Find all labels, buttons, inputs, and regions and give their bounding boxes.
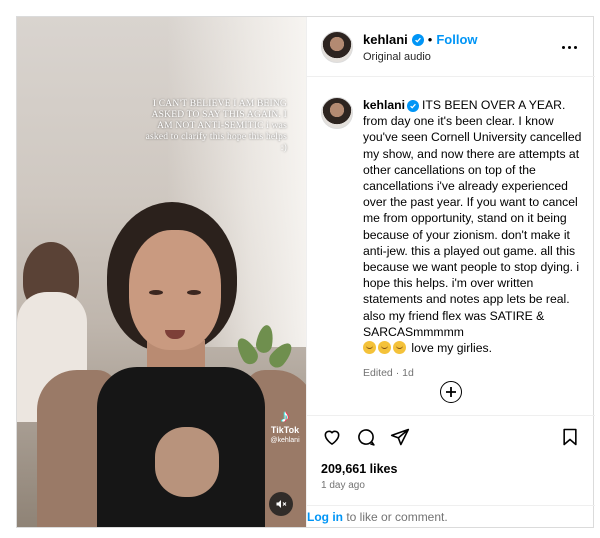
instagram-post: I CAN'T BELIEVE I AM BEING ASKED TO SAY … xyxy=(16,16,595,528)
login-link[interactable]: Log in xyxy=(307,510,343,524)
emoji-icon xyxy=(363,341,376,355)
tiktok-label: TikTok xyxy=(270,425,300,435)
like-count[interactable]: 209,661 likes xyxy=(321,462,397,476)
video-overlay-text: I CAN'T BELIEVE I AM BEING ASKED TO SAY … xyxy=(139,99,287,154)
share-icon[interactable] xyxy=(389,426,411,448)
more-options-icon[interactable] xyxy=(559,39,579,55)
follow-button[interactable]: Follow xyxy=(436,32,477,48)
verified-icon xyxy=(407,100,419,112)
post-video[interactable]: I CAN'T BELIEVE I AM BEING ASKED TO SAY … xyxy=(17,17,306,527)
avatar[interactable] xyxy=(321,31,353,63)
bookmark-icon[interactable] xyxy=(559,426,581,448)
login-prompt: Log in to like or comment. xyxy=(307,505,595,527)
post-sidebar: kehlani • Follow Original audio kehlani I… xyxy=(306,17,595,527)
caption-emoji-tail: love my girlies. xyxy=(411,341,492,356)
header-separator: • xyxy=(427,32,433,47)
tiktok-handle: @kehlani xyxy=(270,437,300,444)
comment-icon[interactable] xyxy=(355,426,377,448)
caption-username[interactable]: kehlani xyxy=(363,98,405,112)
caption-text: kehlani ITS BEEN OVER A YEAR. from day on… xyxy=(363,97,589,356)
header-username[interactable]: kehlani xyxy=(363,32,408,48)
audio-link[interactable]: Original audio xyxy=(363,50,431,64)
edited-timestamp: Edited · 1d xyxy=(363,367,414,379)
header-user-row: kehlani • Follow xyxy=(363,32,478,48)
mute-icon xyxy=(276,500,287,508)
emoji-icon xyxy=(393,341,406,355)
heart-icon[interactable] xyxy=(321,426,343,448)
add-comment-icon[interactable] xyxy=(440,381,462,403)
video-subject xyxy=(37,202,306,527)
verified-icon xyxy=(411,34,424,46)
caption-body: ITS BEEN OVER A YEAR. from day one it's … xyxy=(363,98,582,339)
mute-button[interactable] xyxy=(269,492,293,516)
post-header: kehlani • Follow Original audio xyxy=(307,17,595,77)
login-prompt-text: to like or comment. xyxy=(343,510,448,524)
post-timestamp: 1 day ago xyxy=(321,480,365,491)
tiktok-watermark: ♪ TikTok @kehlani xyxy=(267,407,303,445)
emoji-icon xyxy=(378,341,391,355)
action-bar xyxy=(307,415,595,455)
tiktok-icon: ♪ xyxy=(280,406,290,426)
avatar[interactable] xyxy=(321,97,353,129)
